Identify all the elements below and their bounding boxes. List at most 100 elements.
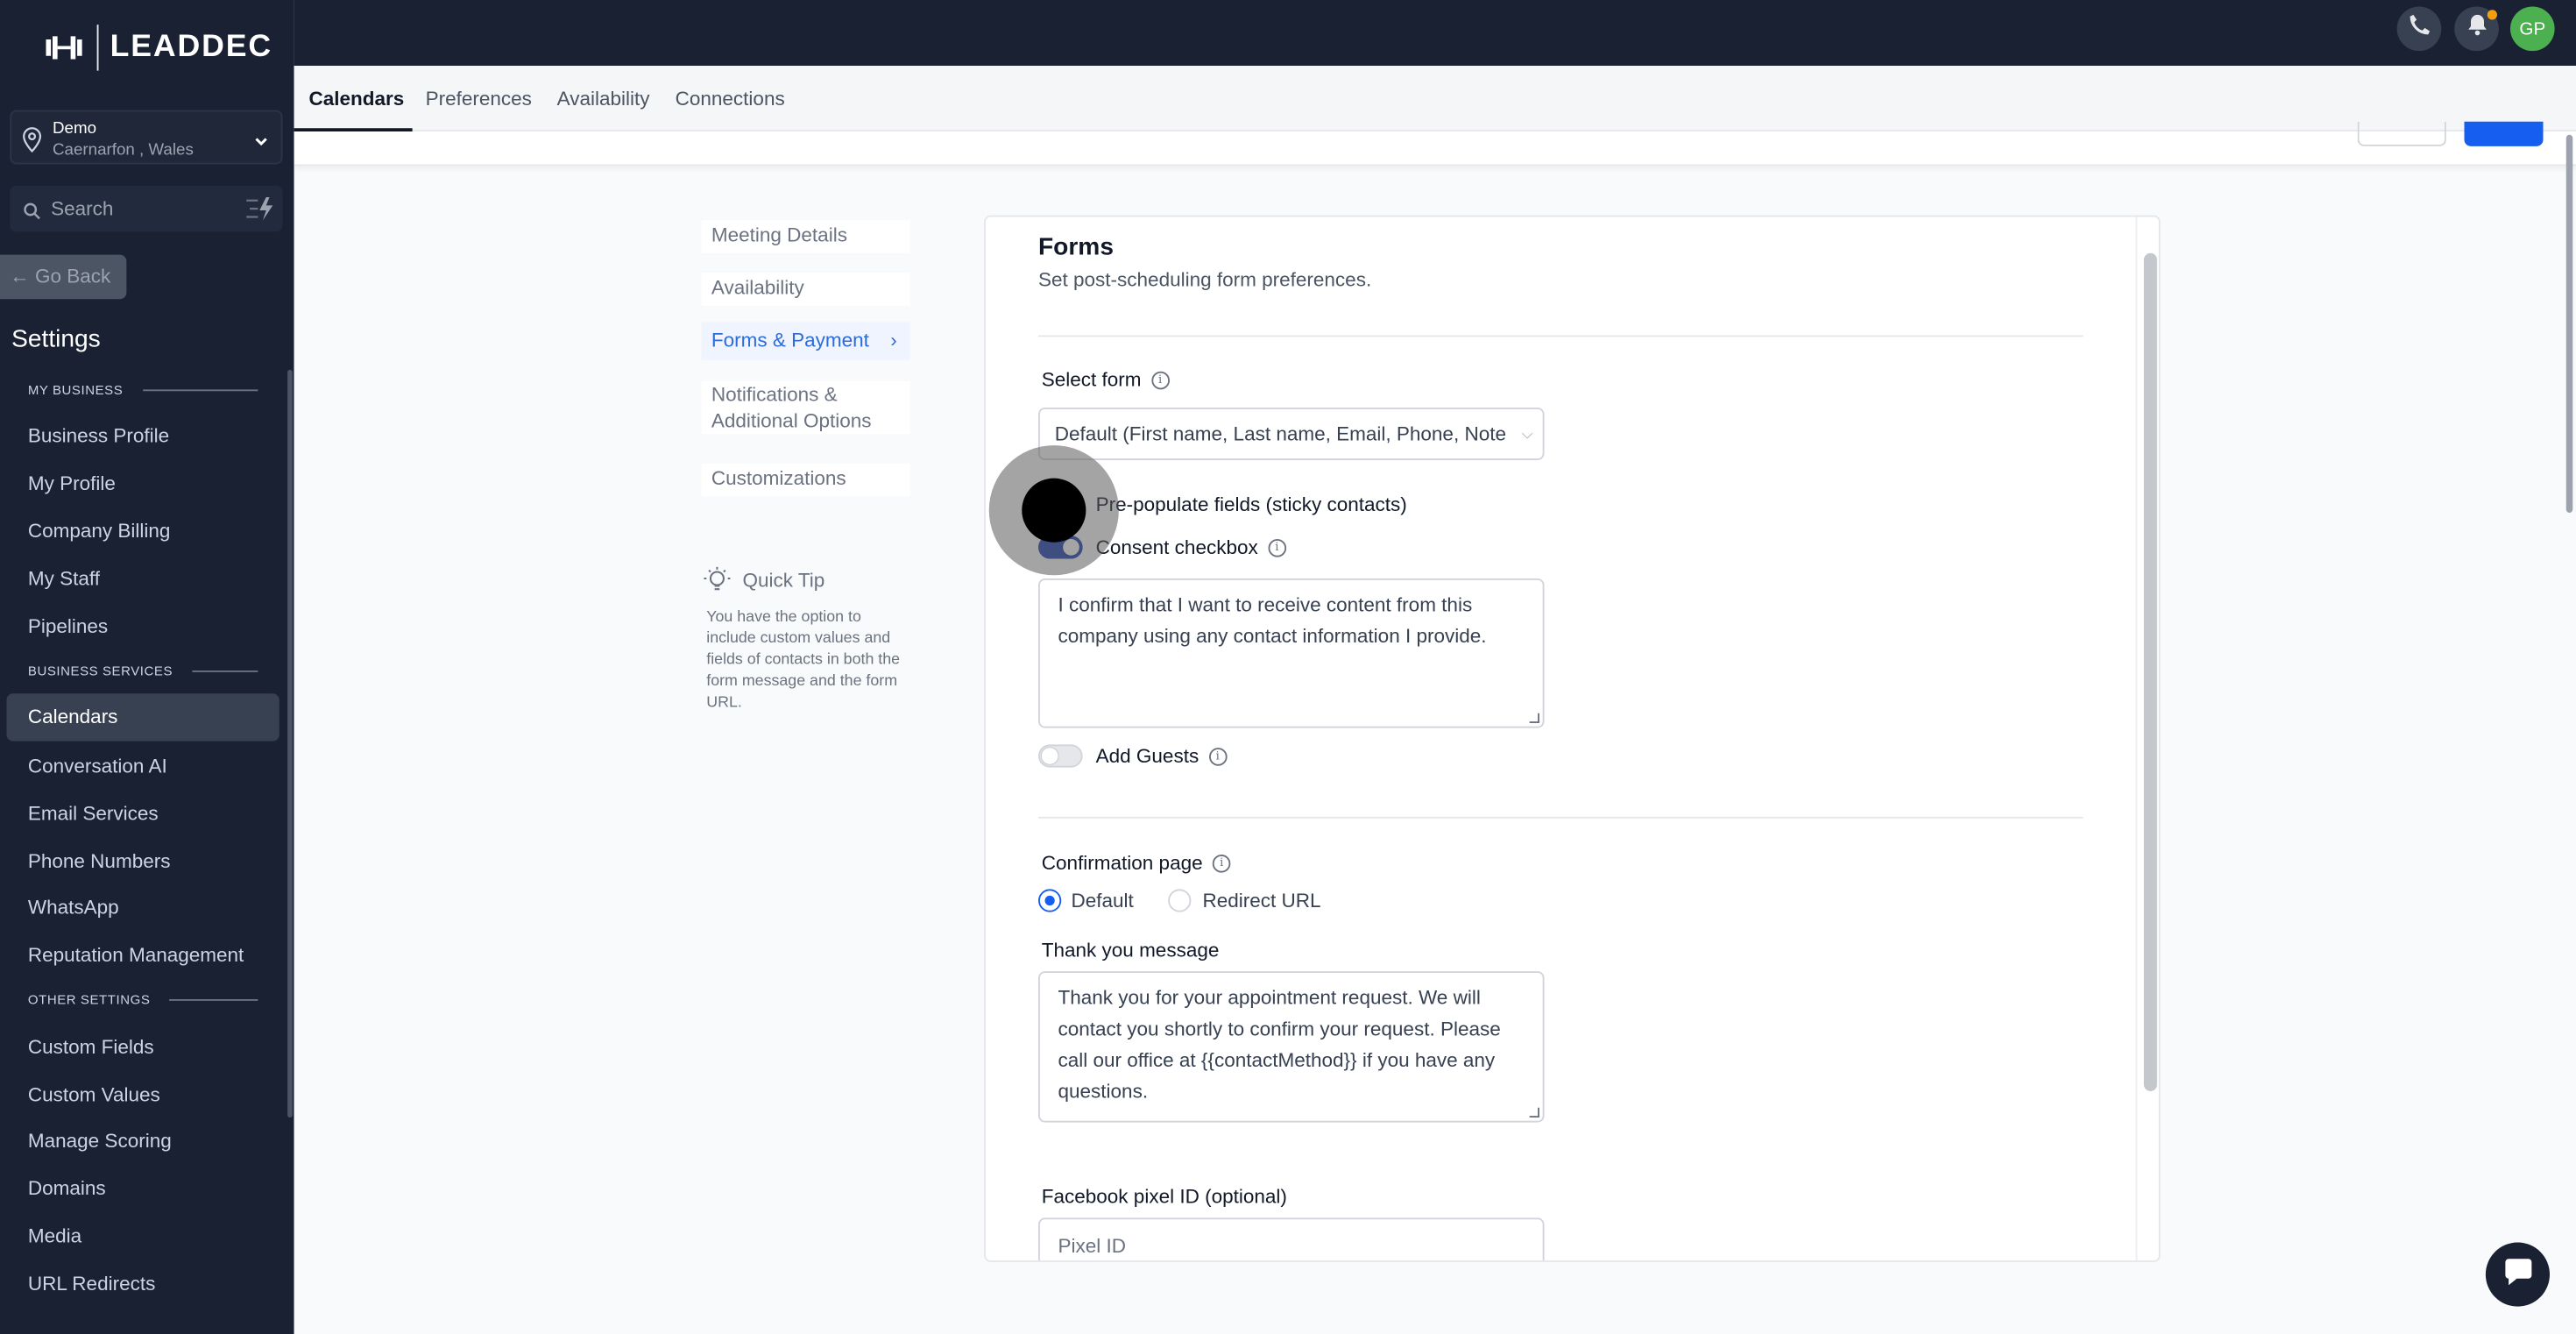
toggle-knob [1041,748,1058,764]
chat-icon [2502,1254,2535,1295]
consent-text-area[interactable]: I confirm that I want to receive content… [1038,578,1545,728]
section-title: MY BUSINESS [27,382,124,398]
pixel-placeholder: Pixel ID [1058,1234,1127,1258]
sidebar-item-media[interactable]: Media [28,1224,81,1247]
sidebar-search[interactable]: Search [10,185,283,232]
step-customizations[interactable]: Customizations [701,463,910,497]
section-title: BUSINESS SERVICES [27,663,173,679]
top-bar: GP [294,0,2576,66]
forms-title: Forms [1038,233,1114,262]
phone-button[interactable] [2396,6,2442,52]
info-icon[interactable]: i [1208,747,1228,765]
add-guests-toggle[interactable] [1038,744,1083,768]
tab-calendars[interactable]: Calendars [309,87,405,110]
forms-subtitle: Set post-scheduling form preferences. [1038,267,1372,291]
sidebar-item-custom-values[interactable]: Custom Values [28,1083,160,1106]
divider [1038,816,2084,819]
location-switcher[interactable]: Demo Caernarfon , Wales [10,110,283,165]
sidebar-item-business-profile[interactable]: Business Profile [28,424,169,447]
sidebar-item-email-services[interactable]: Email Services [28,802,159,825]
brand-logo[interactable]: LEADDEC [46,25,272,71]
search-label: Search [51,197,114,221]
thank-you-text-area[interactable]: Thank you for your appointment request. … [1038,971,1545,1123]
pixel-label: Facebook pixel ID (optional) [1042,1185,1287,1208]
user-avatar[interactable]: GP [2510,6,2555,52]
click-indicator-dot [1022,478,1086,543]
chat-widget-button[interactable] [2485,1242,2550,1307]
sidebar-scrollbar[interactable] [287,369,293,1118]
resize-handle[interactable] [1529,1107,1539,1118]
radio-default-label[interactable]: Default [1072,889,1134,912]
sidebar-item-phone-numbers[interactable]: Phone Numbers [28,849,171,872]
pixel-id-input[interactable]: Pixel ID [1038,1217,1545,1261]
sidebar-item-reputation-management[interactable]: Reputation Management [28,943,244,966]
selected-form-value: Default (First name, Last name, Email, P… [1054,422,1506,446]
info-icon[interactable]: i [1268,538,1286,557]
section-other-settings: OTHER SETTINGS [27,992,258,1008]
primary-header-button[interactable] [2464,121,2544,146]
select-form-dropdown[interactable]: Default (First name, Last name, Email, P… [1038,408,1545,460]
thank-you-text: Thank you for your appointment request. … [1058,986,1501,1103]
radio-redirect-url-label[interactable]: Redirect URL [1203,889,1321,912]
sidebar-item-domains[interactable]: Domains [28,1177,106,1200]
resize-handle[interactable] [1529,713,1539,723]
brand-name: LEADDEC [110,29,272,65]
step-label: Forms & Payment [711,329,869,352]
thank-you-label: Thank you message [1042,939,1220,961]
card-scroll-track [2135,216,2138,1261]
sidebar-item-company-billing[interactable]: Company Billing [28,520,171,543]
step-forms-payment[interactable]: Forms & Payment › [701,322,910,360]
prepopulate-label: Pre-populate fields (sticky contacts) [1096,493,1407,516]
radio-default[interactable] [1038,889,1062,912]
tab-availability[interactable]: Availability [557,87,650,110]
tab-preferences[interactable]: Preferences [426,87,532,110]
label-text: Add Guests [1095,744,1200,768]
sidebar-item-my-profile[interactable]: My Profile [28,472,116,494]
step-meeting-details[interactable]: Meeting Details [701,220,910,253]
card-scrollbar[interactable] [2143,252,2157,1091]
phone-icon [2408,13,2431,45]
sidebar-item-calendars[interactable]: Calendars [6,693,280,742]
quick-tip-title: Quick Tip [742,568,825,592]
step-availability[interactable]: Availability [701,273,910,306]
go-back-button[interactable]: ← Go Back [0,254,127,300]
label-text: Thank you message [1041,938,1220,961]
bell-icon [2465,13,2488,45]
section-business-services: BUSINESS SERVICES [27,663,258,679]
lightbulb-icon [704,565,732,603]
section-title: OTHER SETTINGS [27,992,151,1008]
notifications-button[interactable] [2454,6,2499,52]
app-window: LEADDEC Demo Caernarfon , Wales Search ←… [0,0,2576,1334]
confirmation-page-label: Confirmation page i [1041,851,1231,875]
step-notifications[interactable]: Notifications & Additional Options [701,381,910,434]
sidebar-item-my-staff[interactable]: My Staff [28,567,100,590]
sidebar-item-pipelines[interactable]: Pipelines [28,614,108,637]
section-divider [142,389,258,392]
divider [1038,335,2084,337]
page-header [294,121,2576,167]
forms-card: Forms Set post-scheduling form preferenc… [984,215,2161,1262]
radio-redirect-url[interactable] [1168,889,1192,912]
sidebar-item-manage-scoring[interactable]: Manage Scoring [28,1129,172,1152]
info-icon[interactable]: i [1212,854,1231,872]
tab-connections[interactable]: Connections [676,87,785,110]
secondary-header-button[interactable] [2357,121,2446,146]
sidebar-item-whatsapp[interactable]: WhatsApp [28,896,119,919]
sidebar-item-custom-fields[interactable]: Custom Fields [28,1035,154,1058]
label-text: Consent checkbox [1095,536,1258,559]
sidebar-item-url-redirects[interactable]: URL Redirects [28,1272,155,1295]
section-my-business: MY BUSINESS [28,383,258,398]
tab-bar: Calendars Preferences Availability Conne… [294,66,2576,131]
info-icon[interactable]: i [1150,370,1170,389]
page-scrollbar[interactable] [2565,134,2573,513]
sidebar-item-conversation-ai[interactable]: Conversation AI [28,755,167,777]
search-icon [23,199,41,229]
notification-dot [2487,10,2497,20]
label-text: Confirmation page [1041,851,1203,875]
quick-tip-text: You have the option to include custom va… [706,607,901,712]
location-place: Caernarfon , Wales [53,141,194,160]
lightning-icon[interactable] [244,195,274,230]
chevron-down-icon: ⌵ [1521,425,1533,443]
label-text: Pre-populate fields (sticky contacts) [1095,493,1407,516]
logo-icon [46,36,82,60]
